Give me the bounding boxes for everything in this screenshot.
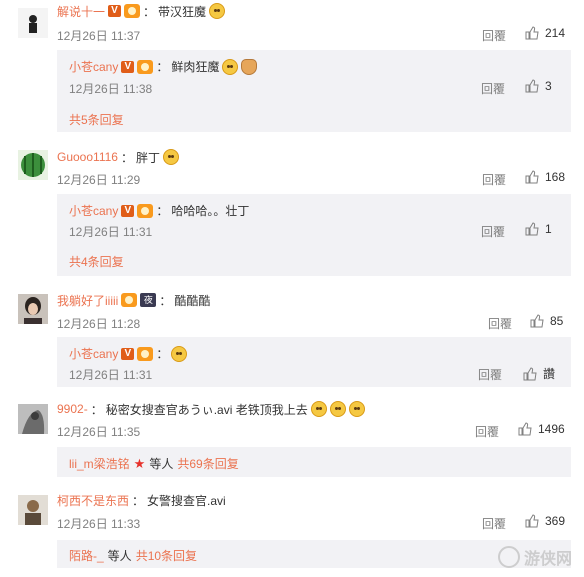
reply-text: 哈哈哈。。壮丁 bbox=[171, 204, 250, 218]
reply-button[interactable]: 回覆 bbox=[482, 27, 506, 44]
more-replies-link[interactable]: 陌路-_ 等人 共10条回复 bbox=[69, 547, 197, 564]
night-badge: 夜 bbox=[140, 293, 157, 307]
avatar[interactable] bbox=[18, 150, 48, 180]
timestamp: 12月26日 11:33 bbox=[57, 517, 141, 531]
member-badge-icon bbox=[121, 293, 138, 307]
watermark-logo-icon bbox=[497, 546, 520, 568]
reply-timestamp: 12月26日 11:38 bbox=[69, 82, 153, 96]
thumbs-up-icon bbox=[530, 314, 544, 328]
reply-timestamp: 12月26日 11:31 bbox=[69, 225, 153, 239]
timestamp: 12月26日 11:29 bbox=[57, 173, 141, 187]
like-button[interactable]: 168 bbox=[525, 170, 565, 184]
grin-emoji-icon bbox=[329, 401, 346, 417]
username[interactable]: 柯西不是东西 bbox=[57, 492, 129, 509]
grin-emoji-icon bbox=[310, 401, 327, 417]
comment-text: 带汉狂魔 bbox=[158, 4, 207, 19]
timestamp: 12月26日 11:28 bbox=[57, 317, 141, 331]
reply-thread: 小苍cany V ： 哈哈哈。。壮丁 12月26日 11:31 回覆 1 共4条… bbox=[57, 194, 571, 276]
thumbs-up-icon bbox=[523, 366, 537, 380]
avatar[interactable] bbox=[18, 495, 48, 525]
thumbs-up-icon bbox=[525, 170, 539, 184]
like-count: 讚 bbox=[543, 367, 556, 381]
like-count: 1 bbox=[545, 222, 552, 236]
like-count: 214 bbox=[545, 26, 566, 40]
reply-button[interactable]: 回覆 bbox=[475, 423, 499, 440]
reply-button[interactable]: 回覆 bbox=[488, 315, 512, 332]
smile-emoji-icon bbox=[171, 345, 188, 362]
member-badge-icon bbox=[137, 59, 154, 74]
username[interactable]: 我躺好了iiiii bbox=[57, 292, 118, 309]
like-button[interactable]: 1496 bbox=[518, 422, 565, 436]
reply-thread: 小苍cany V ： 12月26日 11:31 回覆 讚 bbox=[57, 337, 571, 387]
reply-button[interactable]: 回覆 bbox=[482, 171, 506, 188]
username[interactable]: 9902- bbox=[57, 402, 88, 416]
like-button[interactable]: 1 bbox=[525, 222, 552, 236]
comment-text: 秘密女搜查官あうぃ.avi 老铁顶我上去 bbox=[105, 402, 308, 417]
thumbs-up-icon bbox=[525, 514, 539, 528]
thumbs-up-icon bbox=[525, 79, 539, 93]
like-count: 168 bbox=[545, 170, 566, 184]
like-button[interactable]: 3 bbox=[525, 79, 552, 93]
thumbs-up-icon bbox=[525, 26, 539, 40]
more-replies-link[interactable]: 共4条回复 bbox=[69, 253, 124, 270]
verified-v-icon: V bbox=[121, 204, 135, 217]
member-badge-icon bbox=[137, 346, 154, 361]
comment-text: 酷酷酷 bbox=[174, 293, 211, 308]
reply-button[interactable]: 回覆 bbox=[481, 80, 505, 97]
more-replies-link[interactable]: lii_m梁浩铭 ★ 等人 共69条回复 bbox=[69, 455, 239, 472]
comment-text: 女警搜查官.avi bbox=[147, 493, 226, 508]
laugh-emoji-icon bbox=[162, 149, 179, 165]
reply-button[interactable]: 回覆 bbox=[482, 515, 506, 532]
reply-username[interactable]: lii_m梁浩铭 bbox=[69, 455, 130, 472]
like-count: 1496 bbox=[538, 422, 565, 436]
avatar[interactable] bbox=[18, 404, 48, 434]
timestamp: 12月26日 11:37 bbox=[57, 29, 141, 43]
member-badge-icon bbox=[137, 203, 154, 218]
avatar[interactable] bbox=[18, 8, 48, 38]
verified-v-icon: V bbox=[108, 5, 122, 17]
verified-v-icon: V bbox=[121, 60, 135, 73]
reply-timestamp: 12月26日 11:31 bbox=[69, 368, 153, 382]
reply-button[interactable]: 回覆 bbox=[481, 223, 505, 240]
like-button[interactable]: 369 bbox=[525, 514, 565, 528]
like-button[interactable]: 85 bbox=[530, 314, 563, 328]
verified-v-icon: V bbox=[121, 347, 135, 360]
more-replies-link[interactable]: 共5条回复 bbox=[69, 111, 124, 128]
reply-username[interactable]: 小苍cany bbox=[69, 202, 118, 219]
star-icon: ★ bbox=[133, 455, 146, 471]
reply-button[interactable]: 回覆 bbox=[478, 366, 502, 383]
reply-text: 鲜肉狂魔 bbox=[171, 60, 220, 74]
avatar[interactable] bbox=[18, 294, 48, 324]
grin-emoji-icon bbox=[222, 58, 239, 75]
reply-thread: lii_m梁浩铭 ★ 等人 共69条回复 bbox=[57, 447, 571, 477]
username[interactable]: Guooo1116 bbox=[57, 150, 118, 164]
thumbs-up-icon bbox=[518, 422, 532, 436]
grin-emoji-icon bbox=[348, 401, 365, 417]
like-count: 369 bbox=[545, 514, 566, 528]
member-badge-icon bbox=[124, 4, 141, 18]
minion-emoji-icon bbox=[209, 3, 226, 19]
reply-thread: 小苍cany V ： 鲜肉狂魔 12月26日 11:38 回覆 3 共5条回复 bbox=[57, 50, 571, 132]
like-count: 3 bbox=[545, 79, 552, 93]
like-count: 85 bbox=[550, 314, 564, 328]
thumbs-up-icon bbox=[525, 222, 539, 236]
timestamp: 12月26日 11:35 bbox=[57, 425, 141, 439]
like-button[interactable]: 讚 bbox=[523, 365, 555, 382]
like-button[interactable]: 214 bbox=[525, 26, 565, 40]
reply-thread: 陌路-_ 等人 共10条回复 bbox=[57, 540, 571, 568]
cat-emoji-icon bbox=[241, 58, 258, 75]
username[interactable]: 解说十一 bbox=[57, 3, 105, 20]
reply-username[interactable]: 小苍cany bbox=[69, 58, 118, 75]
watermark: 游侠网 bbox=[497, 545, 572, 569]
reply-username[interactable]: 陌路-_ bbox=[69, 547, 104, 564]
comment-text: 胖丁 bbox=[135, 150, 160, 165]
reply-username[interactable]: 小苍cany bbox=[69, 345, 118, 362]
